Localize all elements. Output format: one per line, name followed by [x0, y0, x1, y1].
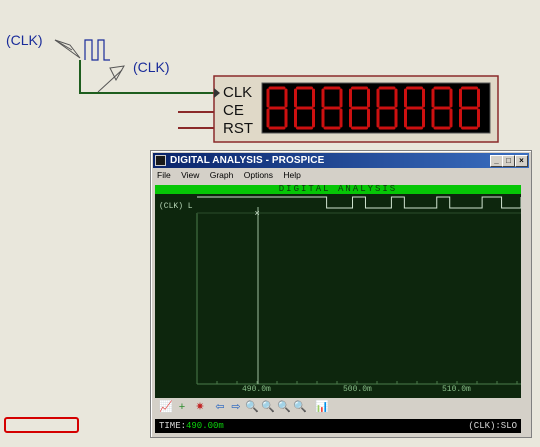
title-bar[interactable]: DIGITAL ANALYSIS - PROSPICE _ □ × [153, 153, 529, 168]
add-trace-icon[interactable]: + [175, 400, 189, 414]
graph-area[interactable]: DIGITAL ANALYSIS × (CLK) L 490.0m 500.0m… [155, 185, 521, 398]
simulate-icon[interactable]: ✷ [193, 400, 207, 414]
app-icon [155, 155, 166, 166]
menu-graph[interactable]: Graph [210, 170, 234, 180]
maximize-button[interactable]: □ [502, 155, 515, 167]
close-button[interactable]: × [515, 155, 528, 167]
zoom-out-icon[interactable]: 🔍 [261, 400, 275, 414]
zoom-in-icon[interactable]: 🔍 [245, 400, 259, 414]
trace-label: (CLK) L [159, 202, 193, 211]
clk-trace [197, 196, 521, 209]
graph-icon[interactable]: 📈 [159, 400, 173, 414]
time-label: TIME: [159, 421, 187, 431]
cursor-marker: × [255, 208, 260, 218]
generator-label: (CLK) [6, 32, 43, 48]
menu-options[interactable]: Options [244, 170, 273, 180]
menu-bar: File View Graph Options Help [157, 170, 309, 182]
generator-icon[interactable] [54, 39, 110, 61]
chart-icon[interactable]: 📊 [315, 400, 329, 414]
x-tick-label: 490.0m [242, 385, 271, 394]
schematic [54, 39, 499, 143]
arrow-right-icon[interactable]: ⇨ [229, 400, 243, 414]
digital-analysis-window: DIGITAL ANALYSIS - PROSPICE _ □ × File V… [150, 150, 532, 438]
zoom-all-icon[interactable]: 🔍 [277, 400, 291, 414]
graph-plot: × [196, 196, 521, 385]
pin-clk: CLK [223, 84, 253, 101]
probe-label: (CLK) [133, 59, 170, 75]
window-title: DIGITAL ANALYSIS - PROSPICE [170, 155, 325, 166]
pin-rst: RST [223, 120, 253, 137]
probe-icon[interactable] [97, 65, 125, 93]
trace-status: (CLK):SLO [468, 421, 517, 431]
x-tick-label: 510.0m [442, 385, 471, 394]
zoom-area-icon[interactable]: 🔍 [293, 400, 307, 414]
menu-file[interactable]: File [157, 170, 171, 180]
status-bar: TIME: 490.00m (CLK):SLO [155, 419, 521, 433]
menu-help[interactable]: Help [283, 170, 300, 180]
x-tick-label: 500.0m [343, 385, 372, 394]
time-value: 490.00m [186, 421, 224, 431]
time-highlight [4, 417, 79, 433]
arrow-left-icon[interactable]: ⇦ [213, 400, 227, 414]
menu-view[interactable]: View [181, 170, 199, 180]
pin-ce: CE [223, 102, 244, 119]
